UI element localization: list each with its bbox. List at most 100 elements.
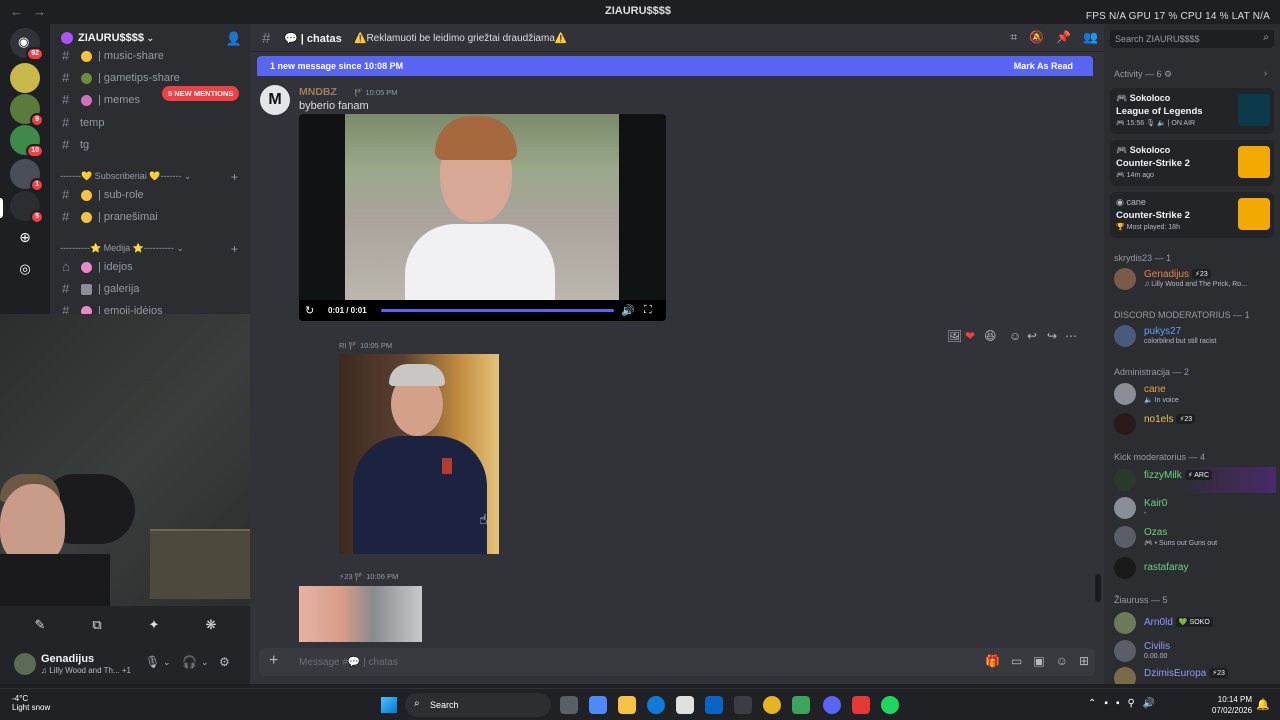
threads-icon[interactable]: ⌗ (1010, 30, 1017, 44)
wifi-icon[interactable]: ⚲ (1127, 698, 1134, 709)
volume-icon[interactable]: 🔊 (621, 304, 635, 317)
app-icon[interactable] (852, 696, 870, 714)
member-item[interactable]: fizzyMilk ⚡ ARC (1114, 467, 1276, 493)
gear-icon[interactable]: ⚙ (219, 655, 230, 669)
notification-bell-icon[interactable]: 🔔 (1256, 698, 1270, 711)
avatar[interactable]: M (260, 85, 290, 115)
add-reaction-icon[interactable]: ☺ (1009, 329, 1021, 343)
channel-topic[interactable]: ⚠️Reklamuoti be leidimo griežtai draudži… (354, 33, 567, 44)
server-icon-active[interactable]: 5 (10, 191, 44, 224)
file-explorer-icon[interactable] (618, 696, 636, 714)
soundboard-icon[interactable]: ❋ (187, 614, 235, 636)
avatar[interactable] (14, 653, 36, 675)
member-item[interactable]: cane 🔈 In voice (1114, 381, 1276, 407)
channel-galerija[interactable]: # | galerija (58, 279, 244, 299)
channel-idejos[interactable]: ⌂ | idejos (58, 257, 244, 277)
member-item[interactable]: Civilis 0.00.00 (1114, 638, 1276, 664)
channel-gametips-share[interactable]: # | gametips-share (58, 68, 244, 88)
category-medija[interactable]: ----------⭐ Medija ⭐---------- ⌄ + (60, 242, 244, 257)
image-attachment[interactable] (339, 354, 499, 554)
member-item[interactable]: rastafaray (1114, 555, 1276, 581)
fullscreen-icon[interactable]: ⛶ (644, 304, 652, 317)
member-item[interactable]: pukys27 colorblind but still racist (1114, 323, 1276, 349)
emoji-icon[interactable]: ☺ (1056, 654, 1068, 668)
member-item[interactable]: Ozas 🎮 • Suns out Guns out (1114, 524, 1276, 550)
task-view-icon[interactable] (560, 696, 578, 714)
server-icon[interactable]: 1 (10, 159, 44, 192)
forward-icon[interactable]: → (33, 4, 46, 19)
spotify-icon[interactable] (881, 696, 899, 714)
reaction-image-icon[interactable]: 🖼 (947, 329, 962, 343)
app-icon[interactable] (792, 696, 810, 714)
apps-icon[interactable]: ⊞ (1079, 654, 1089, 668)
discover-icon[interactable]: ◎ (10, 254, 40, 284)
member-item[interactable]: Arn0ld 💚 SOKO (1114, 610, 1276, 636)
server-icon[interactable] (10, 63, 40, 93)
mail-icon[interactable] (705, 696, 723, 714)
video-progress-bar[interactable] (381, 309, 614, 312)
headphones-icon[interactable]: 🎧 (182, 655, 197, 669)
image-attachment[interactable] (299, 586, 422, 642)
tray-app-icon[interactable]: ▪ (1104, 698, 1108, 709)
reply-icon[interactable]: ↩ (1027, 329, 1037, 343)
sticker-icon[interactable]: ▣ (1033, 654, 1044, 668)
channel-emoji-idejos[interactable]: # | emoji-idėjos (58, 301, 244, 314)
gif-icon[interactable]: ▭ (1011, 654, 1022, 668)
server-icon[interactable]: 9 (10, 94, 44, 127)
message-author[interactable]: MNDBZ (299, 86, 337, 98)
camera-off-icon[interactable]: ✎ (16, 614, 64, 636)
channel-tg[interactable]: # tg (58, 135, 244, 155)
channel-memes[interactable]: # | memes (58, 90, 244, 110)
pin-icon[interactable]: 📌 (1056, 30, 1071, 44)
scrollbar[interactable] (1095, 574, 1101, 602)
add-channel-icon[interactable]: + (231, 242, 238, 256)
heart-reaction-icon[interactable]: ❤ (965, 329, 975, 343)
mark-as-read-button[interactable]: Mark As Read (1014, 61, 1073, 71)
video-attachment[interactable]: ↻ 0:01 / 0:01 🔊 ⛶ (299, 114, 666, 321)
invite-icon[interactable]: 👤 (226, 31, 242, 47)
channel-temp[interactable]: # temp (58, 113, 244, 133)
chevron-down-icon[interactable]: ⌄ (201, 657, 209, 668)
activity-header[interactable]: Activity — 6 ⚙ › (1114, 68, 1267, 80)
member-item[interactable]: Genadijus ⚡23 ♫ Lilly Wood and The Prick,… (1114, 266, 1276, 292)
member-item[interactable]: Kair0 - (1114, 495, 1276, 521)
more-icon[interactable]: ⋯ (1065, 329, 1077, 343)
steam-icon[interactable] (734, 696, 752, 714)
chevron-right-icon[interactable]: › (1264, 68, 1267, 78)
category-subscriberiai[interactable]: -------💛 Subscriberiai 💛------- ⌄ + (60, 170, 244, 185)
back-icon[interactable]: ← (10, 4, 23, 19)
activity-card[interactable]: ◉ cane Counter-Strike 2 🏆 Most played: 1… (1110, 192, 1274, 238)
add-server-icon[interactable]: ⊕ (10, 222, 40, 252)
member-item[interactable]: no1els ⚡23 (1114, 411, 1276, 437)
activities-icon[interactable]: ✦ (130, 614, 178, 636)
store-icon[interactable] (676, 696, 694, 714)
chevron-up-icon[interactable]: ⌃ (1088, 698, 1096, 709)
chrome-icon[interactable] (763, 696, 781, 714)
server-icon[interactable]: 10 (10, 125, 44, 158)
gift-icon[interactable]: 🎁 (985, 654, 1000, 668)
windows-start-icon[interactable] (381, 697, 397, 713)
members-icon[interactable]: 👥 (1083, 30, 1098, 44)
copilot-icon[interactable] (589, 696, 607, 714)
discord-icon[interactable] (823, 696, 841, 714)
search-input[interactable]: Search ZIAURU$$$$ ⌕ (1110, 30, 1274, 48)
weather-widget[interactable]: -4°C Light snow (12, 694, 50, 712)
channel-music-share[interactable]: # | music-share (58, 46, 244, 66)
tray-app-icon[interactable]: ▪ (1116, 698, 1120, 709)
message-input[interactable]: Message #💬 | chatas (299, 657, 398, 668)
home-button[interactable]: ◉ 92 (10, 28, 44, 61)
add-channel-icon[interactable]: + (231, 170, 238, 184)
screen-share-icon[interactable]: ⧉ (73, 614, 121, 636)
microphone-icon[interactable]: 🎙 (145, 655, 160, 669)
channel-sub-role[interactable]: # | sub-role (58, 185, 244, 205)
channel-pranesimai[interactable]: # | pranešimai (58, 207, 244, 227)
mute-icon[interactable]: 🔕 (1029, 30, 1044, 44)
forward-icon[interactable]: ↪ (1047, 329, 1057, 343)
edge-icon[interactable] (647, 696, 665, 714)
activity-card[interactable]: 🎮 Sokoloco Counter-Strike 2 🎮 14m ago (1110, 140, 1274, 186)
member-item[interactable]: DzimisEuropa ⚡23 (1114, 665, 1276, 684)
plus-icon[interactable]: + (269, 652, 278, 670)
activity-card[interactable]: 🎮 Sokoloco League of Legends 🎮 15:56 🎙 🔈… (1110, 88, 1274, 134)
chevron-down-icon[interactable]: ⌄ (163, 657, 171, 668)
volume-icon[interactable]: 🔊 (1143, 698, 1155, 709)
